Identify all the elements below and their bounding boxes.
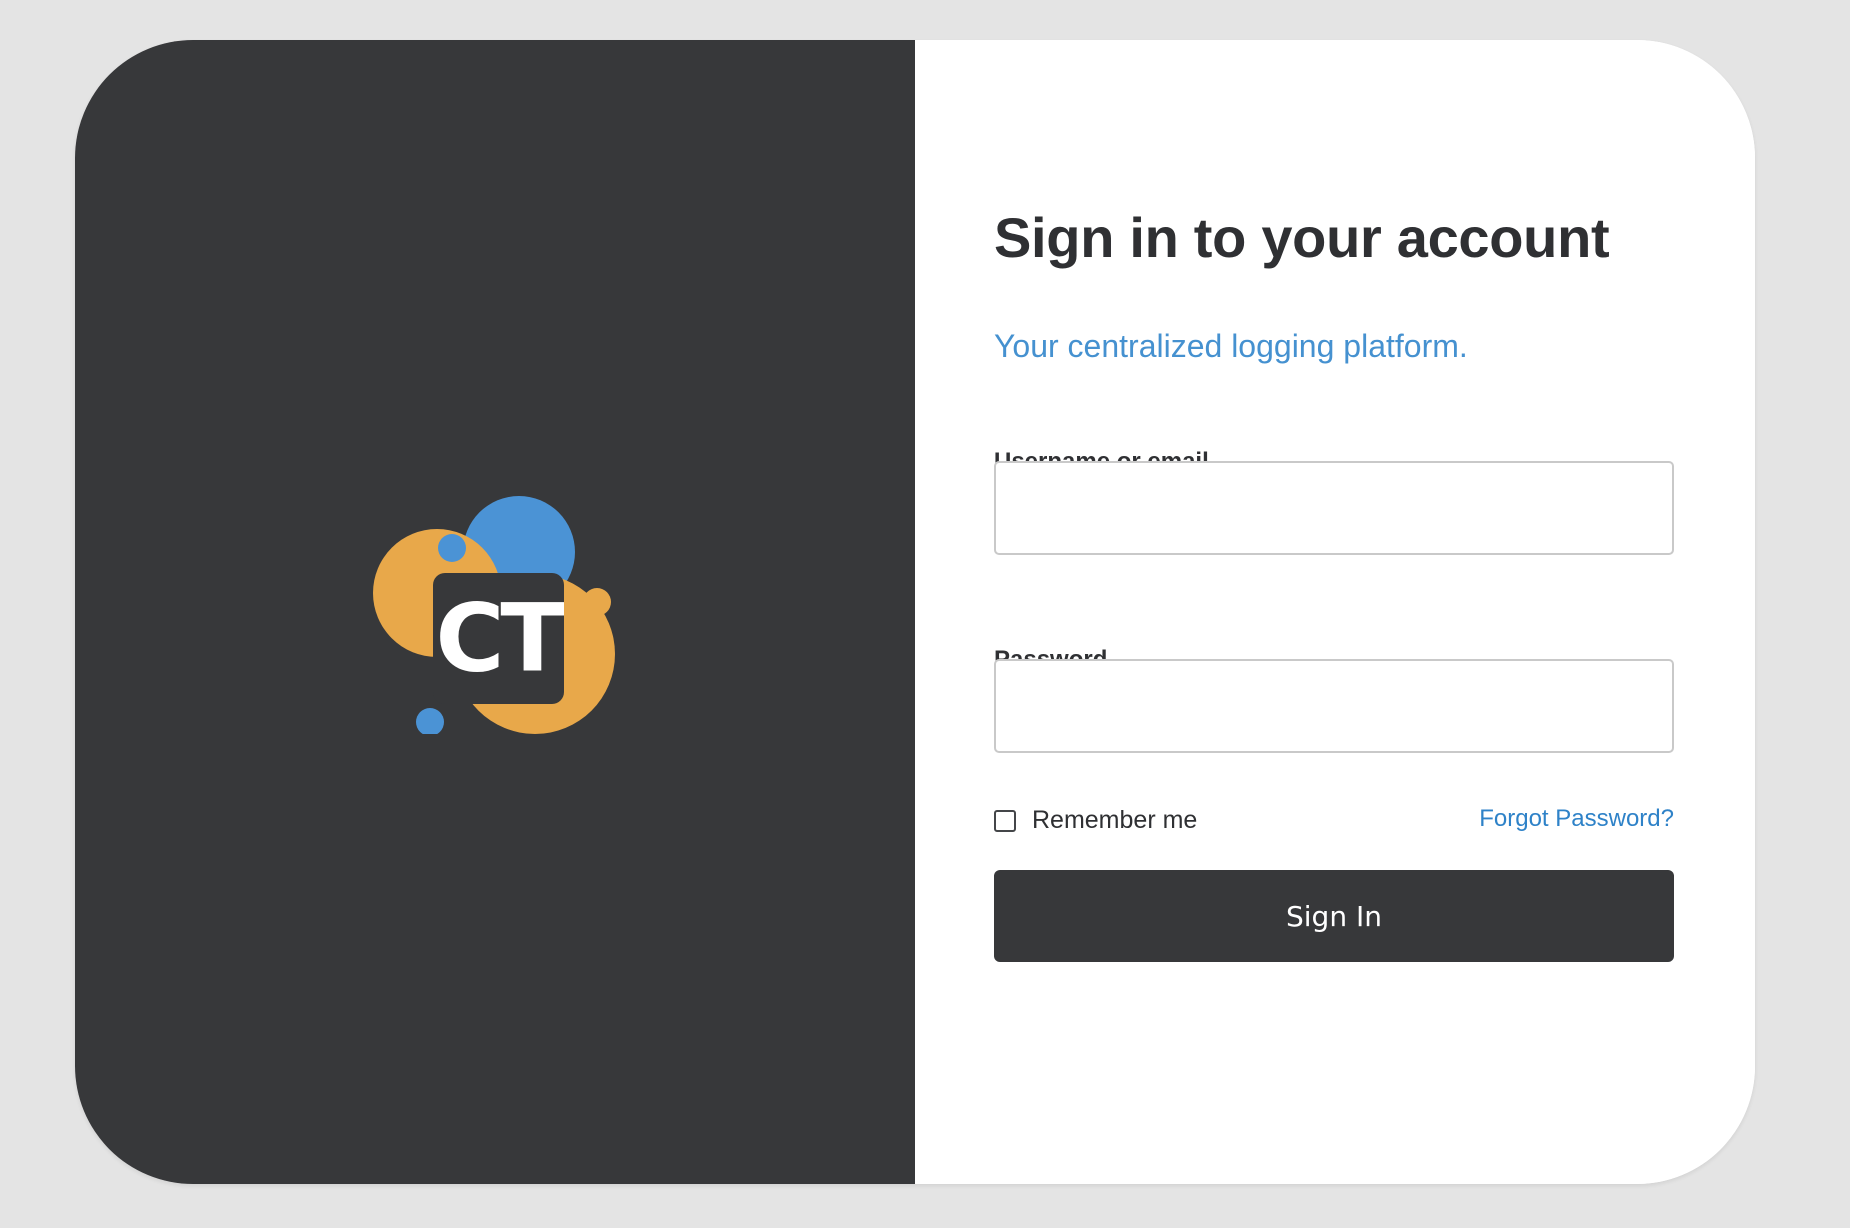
remember-me-checkbox[interactable]	[994, 809, 1016, 832]
password-field[interactable]	[994, 659, 1674, 753]
sign-in-panel: Sign in to your account Your centralized…	[915, 40, 1755, 1184]
page-subtitle: Your centralized logging platform.	[994, 328, 1468, 364]
login-card: CT Sign in to your account Your centrali…	[75, 40, 1755, 1184]
sign-in-button[interactable]: Sign In	[994, 870, 1674, 962]
ct-logo-icon: CT	[373, 487, 616, 734]
brand-panel: CT	[75, 40, 915, 1184]
remember-me-label: Remember me	[1032, 806, 1198, 834]
logo-text: CT	[435, 585, 564, 694]
forgot-password-link[interactable]: Forgot Password?	[1479, 805, 1674, 833]
page-title: Sign in to your account	[994, 206, 1610, 269]
username-field[interactable]	[994, 461, 1674, 555]
remember-me-option[interactable]: Remember me	[994, 806, 1197, 835]
